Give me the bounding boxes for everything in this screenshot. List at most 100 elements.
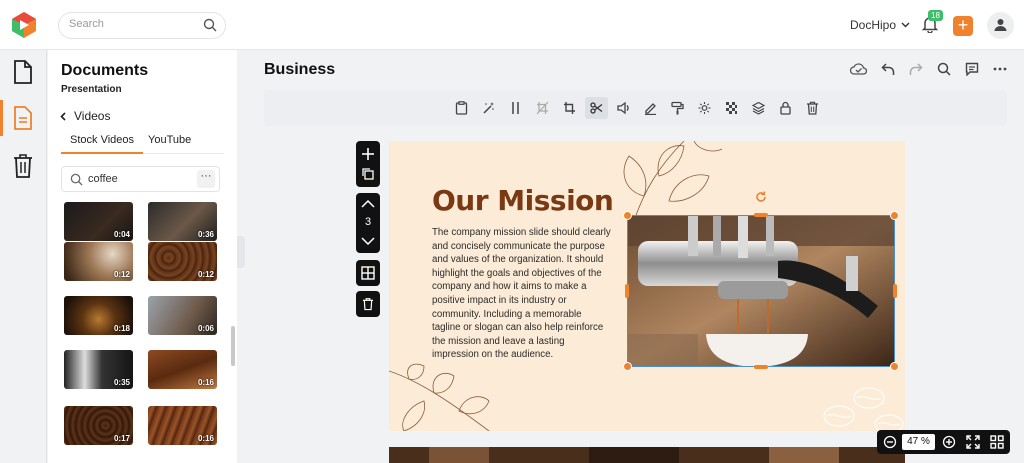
lock-icon[interactable] (774, 97, 797, 119)
panel-subtitle: Presentation (61, 84, 122, 95)
delete-icon[interactable] (801, 97, 824, 119)
user-icon (994, 19, 1007, 31)
search-icon (70, 173, 83, 191)
resize-handle-bottom-left[interactable] (623, 362, 632, 371)
chevron-down-icon (901, 22, 910, 28)
rail-trash[interactable] (0, 144, 47, 188)
video-thumb[interactable]: 0:12 (64, 242, 133, 281)
trash-icon (14, 154, 32, 178)
chevron-down-icon[interactable] (361, 237, 375, 245)
search-icon[interactable] (203, 18, 217, 37)
selection-box[interactable] (627, 215, 895, 367)
delete-page-button[interactable] (356, 291, 380, 317)
header-actions (850, 62, 1007, 76)
redo-icon[interactable] (909, 62, 923, 76)
split-icon[interactable] (504, 97, 527, 119)
video-duration: 0:18 (113, 324, 130, 333)
layers-icon[interactable] (747, 97, 770, 119)
document-icon (14, 60, 32, 84)
avatar[interactable] (987, 12, 1014, 39)
global-search[interactable] (58, 12, 226, 39)
brightness-icon[interactable] (693, 97, 716, 119)
image-toolbar (264, 90, 1007, 126)
tab-youtube[interactable]: YouTube (148, 134, 191, 154)
pen-icon[interactable] (639, 97, 662, 119)
comment-icon[interactable] (965, 62, 979, 76)
workspace-label: DocHipo (850, 18, 897, 32)
video-thumb[interactable]: 0:35 (64, 350, 133, 389)
chevron-up-icon[interactable] (361, 200, 375, 208)
video-duration: 0:36 (197, 230, 214, 239)
back-to-videos[interactable]: Videos (60, 109, 110, 123)
duplicate-icon[interactable] (362, 168, 374, 180)
plus-icon[interactable] (361, 147, 375, 161)
zoom-value[interactable]: 47 % (902, 434, 935, 450)
search-input[interactable] (69, 18, 199, 30)
resize-handle-top-left[interactable] (623, 211, 632, 220)
fit-screen-icon[interactable] (966, 435, 980, 449)
search-icon[interactable] (937, 62, 951, 76)
video-thumb[interactable]: 0:06 (148, 296, 217, 335)
next-slide-preview[interactable] (389, 447, 905, 463)
rail-pages[interactable] (0, 96, 47, 140)
more-options-button[interactable]: ··· (197, 170, 215, 188)
volume-icon[interactable] (612, 97, 635, 119)
resize-handle-left[interactable] (625, 284, 629, 298)
video-thumb[interactable]: 0:04 (64, 202, 133, 241)
video-thumb[interactable]: 0:17 (64, 406, 133, 445)
no-crop-icon[interactable] (531, 97, 554, 119)
assets-panel: Documents Presentation Videos Stock Vide… (48, 50, 237, 463)
paint-roller-icon[interactable] (666, 97, 689, 119)
coffee-beans-decoration (823, 387, 904, 431)
video-thumb[interactable]: 0:18 (64, 296, 133, 335)
video-thumb[interactable]: 0:16 (148, 406, 217, 445)
video-grid: 0:04 0:36 0:12 0:12 0:18 0:06 0:35 0:16 … (64, 202, 228, 458)
page-icon (14, 106, 32, 130)
video-search[interactable]: ··· (61, 166, 220, 192)
panel-scrollbar[interactable] (231, 206, 235, 456)
add-duplicate-group (356, 141, 380, 187)
video-search-input[interactable] (88, 173, 188, 185)
video-thumb[interactable]: 0:16 (148, 350, 217, 389)
page-number: 3 (364, 216, 372, 228)
slide-body-text[interactable]: The company mission slide should clearly… (432, 226, 612, 362)
create-button[interactable]: + (953, 16, 973, 36)
cloud-icon[interactable] (850, 62, 867, 76)
zoom-in-icon[interactable] (942, 435, 956, 449)
transparency-icon[interactable] (720, 97, 743, 119)
left-rail (0, 50, 47, 463)
magic-wand-icon[interactable] (477, 97, 500, 119)
video-duration: 0:35 (113, 378, 130, 387)
more-icon[interactable] (993, 62, 1007, 76)
grid-view-icon[interactable] (990, 435, 1004, 449)
clipboard-icon[interactable] (450, 97, 473, 119)
document-title[interactable]: Business (264, 61, 335, 79)
resize-handle-bottom[interactable] (754, 365, 768, 369)
resize-handle-right[interactable] (893, 284, 897, 298)
grid-view-button[interactable] (356, 260, 380, 286)
coffee-leaves-decoration (623, 141, 723, 221)
video-duration: 0:04 (113, 230, 130, 239)
dochipo-logo-icon[interactable] (12, 12, 36, 38)
undo-icon[interactable] (881, 62, 895, 76)
crop-icon[interactable] (558, 97, 581, 119)
video-tabs: Stock Videos YouTube (61, 134, 224, 154)
rotate-icon[interactable] (754, 190, 768, 204)
zoom-out-icon[interactable] (883, 435, 897, 449)
scissors-icon[interactable] (585, 97, 608, 119)
video-duration: 0:12 (113, 270, 130, 279)
resize-handle-top[interactable] (754, 213, 768, 217)
workspace-selector[interactable]: DocHipo (850, 18, 910, 32)
rail-documents[interactable] (0, 50, 47, 94)
video-duration: 0:16 (197, 378, 214, 387)
chevron-left-icon (60, 111, 66, 121)
scrollbar-thumb[interactable] (231, 326, 235, 366)
video-thumb[interactable]: 0:12 (148, 242, 217, 281)
page-navigator: 3 (356, 193, 380, 253)
video-thumb[interactable]: 0:36 (148, 202, 217, 241)
tab-stock-videos[interactable]: Stock Videos (61, 134, 144, 154)
collapse-panel-handle[interactable] (237, 236, 245, 268)
resize-handle-top-right[interactable] (890, 211, 899, 220)
resize-handle-bottom-right[interactable] (890, 362, 899, 371)
slide-heading[interactable]: Our Mission (432, 184, 614, 217)
